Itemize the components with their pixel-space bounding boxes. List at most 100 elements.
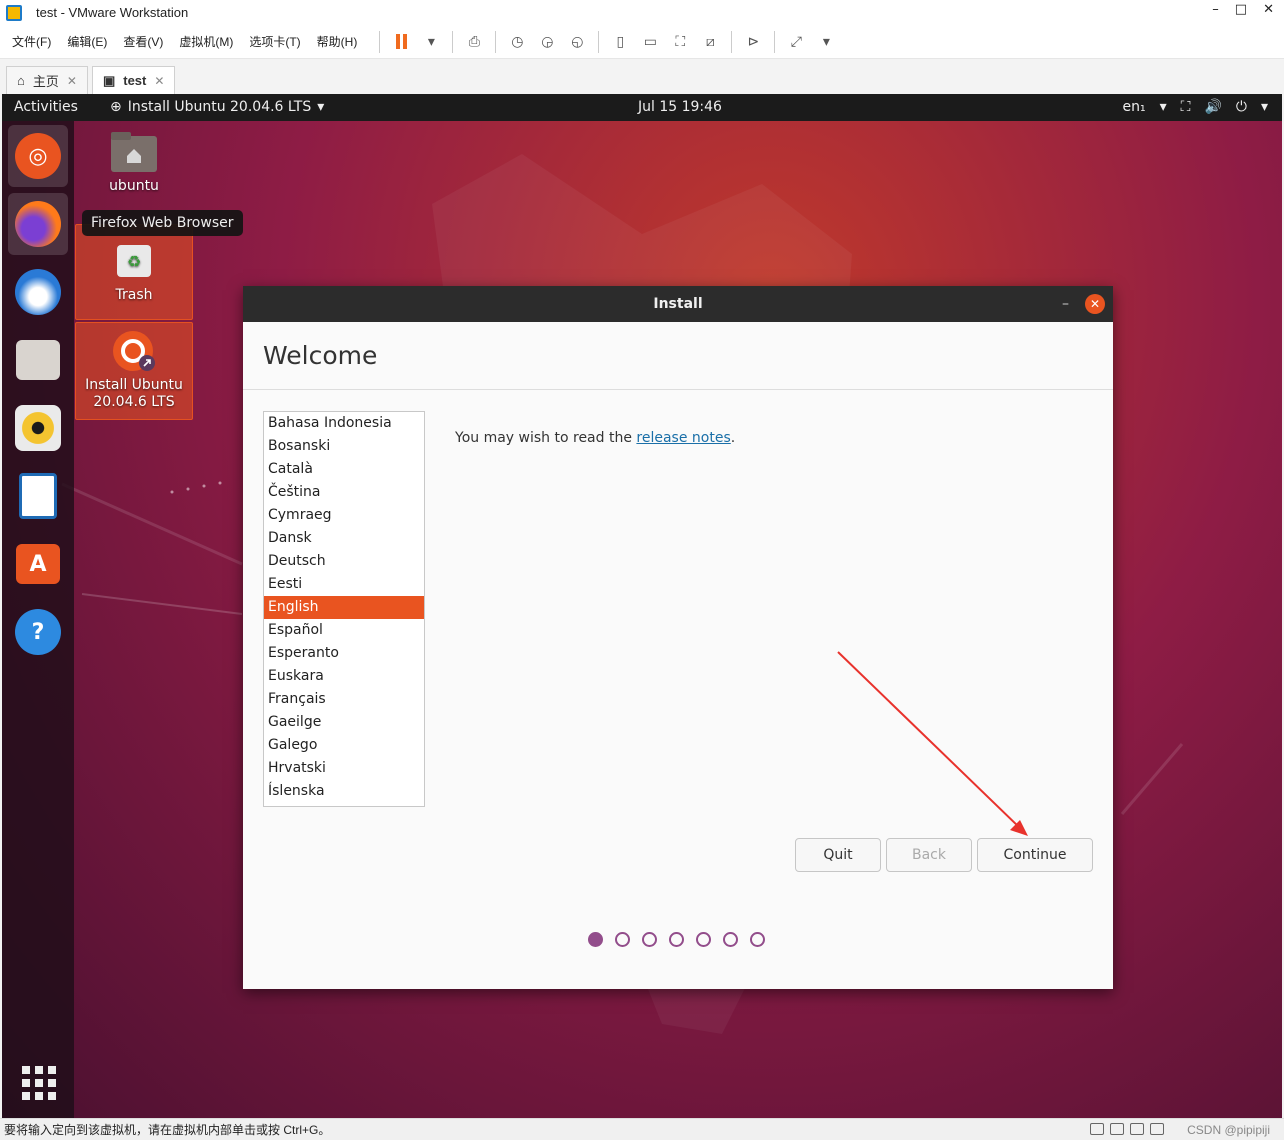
language-item[interactable]: Eesti [264, 573, 424, 596]
thunderbird-icon [15, 269, 61, 315]
network-icon: ⛶ [1180, 99, 1191, 115]
system-tray[interactable]: en₁ ▾ ⛶ 🔊 ⏻ ▾ [1123, 99, 1269, 115]
trash-icon: ♻ [111, 239, 157, 283]
language-item[interactable]: Gaeilge [264, 711, 424, 734]
toolbar-separator [598, 30, 600, 53]
dock-item-writer[interactable] [8, 465, 68, 527]
tab-home[interactable]: ⌂ 主页 ✕ [6, 66, 88, 94]
toolbar-separator [452, 30, 454, 53]
vm-icon: ▣ [102, 72, 116, 88]
menu-view[interactable]: 查看(V) [123, 33, 163, 50]
unity-icon[interactable]: ⧄ [699, 31, 721, 53]
desktop-icon-label: Trash [115, 287, 153, 303]
vm-screen[interactable]: Activities ⊕ Install Ubuntu 20.04.6 LTS … [2, 94, 1282, 1118]
power-icon: ⏻ [1235, 99, 1247, 115]
language-item[interactable]: Hrvatski [264, 757, 424, 780]
tab-bar: ⌂ 主页 ✕ ▣ test ✕ [0, 60, 1284, 94]
stretch-guest-icon[interactable]: ⤢ [785, 31, 807, 53]
app-menu[interactable]: ⊕ Install Ubuntu 20.04.6 LTS ▾ [110, 99, 324, 115]
installer-title: Install [653, 296, 703, 312]
language-item[interactable]: Bosanski [264, 435, 424, 458]
chevron-down-icon: ▾ [1260, 99, 1268, 115]
send-ctrl-alt-del-icon[interactable]: ⎙ [463, 31, 485, 53]
progress-dot [588, 932, 603, 947]
rhythmbox-icon [15, 405, 61, 451]
tab-close-icon[interactable]: ✕ [154, 74, 164, 88]
clock[interactable]: Jul 15 19:46 [638, 99, 722, 115]
dock-item-firefox[interactable] [8, 193, 68, 255]
dock-item-installer[interactable]: ◎ [8, 125, 68, 187]
installer-headerbar: Install – ✕ [243, 286, 1113, 322]
snapshot-icon[interactable]: ◷ [506, 31, 528, 53]
fullscreen-icon[interactable]: ⛶ [669, 31, 691, 53]
language-item[interactable]: Català [264, 458, 424, 481]
installer-close-button[interactable]: ✕ [1085, 294, 1105, 314]
console-view-icon[interactable]: ⊳ [742, 31, 764, 53]
release-notes-link[interactable]: release notes [636, 430, 730, 446]
menu-file[interactable]: 文件(F) [12, 33, 51, 50]
show-applications-icon[interactable] [22, 1066, 56, 1100]
maximize-button[interactable]: □ [1235, 2, 1247, 17]
tab-test[interactable]: ▣ test ✕ [91, 66, 176, 94]
language-item[interactable]: Esperanto [264, 642, 424, 665]
language-item[interactable]: Euskara [264, 665, 424, 688]
menubar: 文件(F) 编辑(E) 查看(V) 虚拟机(M) 选项卡(T) 帮助(H) ▾ … [0, 25, 1284, 59]
activities-button[interactable]: Activities [14, 99, 78, 115]
ubuntu-installer-icon: ◎ [15, 133, 61, 179]
menu-help[interactable]: 帮助(H) [317, 33, 358, 50]
language-item[interactable]: Bahasa Indonesia [264, 412, 424, 435]
ubuntu-installer-icon [111, 329, 157, 373]
language-item[interactable]: Deutsch [264, 550, 424, 573]
dock-item-files[interactable] [8, 329, 68, 391]
dock-item-thunderbird[interactable] [8, 261, 68, 323]
firefox-icon [15, 201, 61, 247]
pause-icon[interactable] [390, 31, 412, 53]
language-item[interactable]: Cymraeg [264, 504, 424, 527]
dock: ◎ A ? [2, 121, 74, 1118]
dock-item-software[interactable]: A [8, 533, 68, 595]
dock-item-help[interactable]: ? [8, 601, 68, 663]
quit-button[interactable]: Quit [795, 838, 881, 872]
menu-edit[interactable]: 编辑(E) [67, 33, 107, 50]
desktop-icon-home[interactable]: ubuntu [75, 124, 193, 198]
desktop-icon-install-ubuntu[interactable]: Install Ubuntu 20.04.6 LTS [75, 322, 193, 420]
files-icon [16, 340, 60, 380]
language-item[interactable]: Dansk [264, 527, 424, 550]
svg-text:♻: ♻ [127, 252, 141, 271]
status-bar: 要将输入定向到该虚拟机，请在虚拟机内部单击或按 Ctrl+G。 CSDN @pi… [0, 1118, 1284, 1140]
snapshot-manager-icon[interactable]: ◵ [566, 31, 588, 53]
menu-tabs[interactable]: 选项卡(T) [249, 33, 300, 50]
progress-dot [696, 932, 711, 947]
library-view-icon[interactable]: ▯ [609, 31, 631, 53]
progress-dot [723, 932, 738, 947]
window-title: test - VMware Workstation [36, 5, 189, 20]
chevron-down-icon: ▾ [1159, 99, 1167, 115]
desktop-icon-trash[interactable]: ♻ Trash [75, 224, 193, 320]
tab-close-icon[interactable]: ✕ [67, 74, 77, 88]
revert-snapshot-icon[interactable]: ◶ [536, 31, 558, 53]
minimize-button[interactable]: – [1212, 2, 1219, 17]
language-item[interactable]: Íslenska [264, 780, 424, 803]
page-title: Welcome [243, 322, 1113, 390]
dropdown-arrow-icon[interactable]: ▾ [815, 31, 837, 53]
language-item[interactable]: English [264, 596, 424, 619]
language-item[interactable]: Français [264, 688, 424, 711]
language-item[interactable]: Galego [264, 734, 424, 757]
continue-button[interactable]: Continue [977, 838, 1093, 872]
close-button[interactable]: ✕ [1263, 2, 1274, 17]
dock-item-rhythmbox[interactable] [8, 397, 68, 459]
toolbar-separator [379, 30, 381, 53]
input-language[interactable]: en₁ [1123, 99, 1146, 115]
home-folder-icon [111, 130, 157, 174]
language-item[interactable]: Español [264, 619, 424, 642]
back-button[interactable]: Back [886, 838, 972, 872]
language-list[interactable]: Bahasa Indonesia Bosanski Català Čeština Cym… [263, 411, 425, 807]
menu-vm[interactable]: 虚拟机(M) [179, 33, 233, 50]
chevron-down-icon: ▾ [317, 99, 325, 115]
libreoffice-writer-icon [19, 473, 57, 519]
thumbnail-view-icon[interactable]: ▭ [639, 31, 661, 53]
dropdown-arrow-icon[interactable]: ▾ [420, 31, 442, 53]
installer-minimize-button[interactable]: – [1062, 286, 1069, 322]
language-item[interactable]: Čeština [264, 481, 424, 504]
device-icons [1090, 1123, 1164, 1135]
